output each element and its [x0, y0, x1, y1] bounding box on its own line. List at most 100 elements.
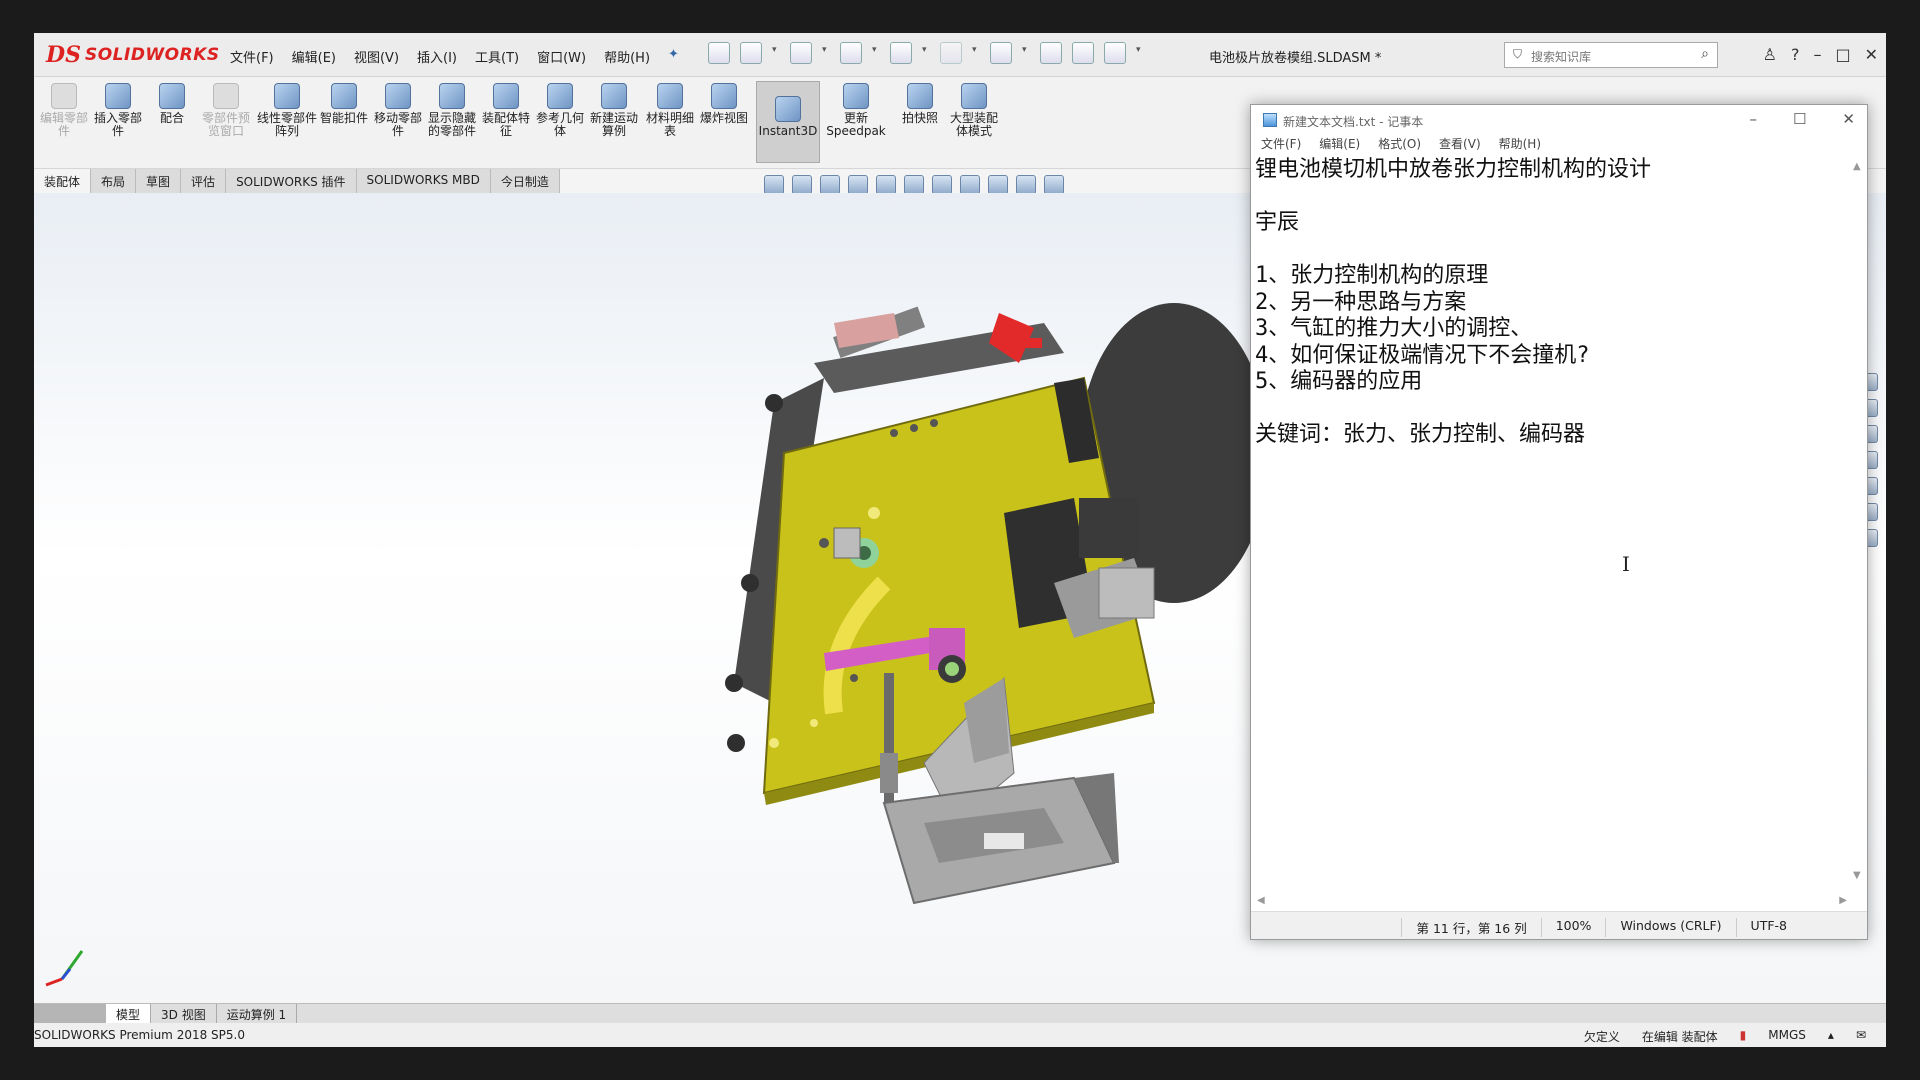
rebuild-status-icon[interactable]: ▮ — [1740, 1028, 1747, 1045]
tab-sketch[interactable]: 草图 — [136, 169, 182, 193]
edit-appearance-icon[interactable] — [988, 175, 1008, 195]
tab-motion-study[interactable]: 运动算例 1 — [217, 1004, 298, 1023]
notepad-menu-format[interactable]: 格式(O) — [1378, 135, 1421, 157]
comment-icon[interactable]: ✉ — [1856, 1028, 1866, 1045]
notepad-vertical-scrollbar[interactable]: ▲ ▼ — [1849, 157, 1867, 885]
mate-button[interactable]: 配合 — [146, 83, 198, 125]
exploded-view-button[interactable]: 爆炸视图 — [698, 83, 750, 125]
chevron-down-icon[interactable] — [922, 45, 930, 57]
insert-component-button[interactable]: 插入零部件 — [92, 83, 144, 138]
new-document-icon[interactable] — [740, 42, 762, 64]
menu-edit[interactable]: 编辑(E) — [292, 47, 336, 66]
unit-chevron-icon[interactable]: ▴ — [1828, 1028, 1834, 1045]
notepad-horizontal-scrollbar[interactable]: ◀ ▶ — [1251, 893, 1851, 909]
large-assembly-icon — [961, 83, 987, 109]
edit-component-button[interactable]: 编辑零部件 — [38, 83, 90, 138]
view-orientation-icon[interactable] — [904, 175, 924, 195]
tab-manufacturing[interactable]: 今日制造 — [490, 169, 560, 193]
solidworks-logo[interactable]: DS SOLIDWORKS — [46, 41, 220, 69]
hide-show-items-icon[interactable] — [960, 175, 980, 195]
menu-help[interactable]: 帮助(H) — [604, 47, 650, 66]
reference-geometry-button[interactable]: 参考几何体 — [534, 83, 586, 138]
apply-scene-icon[interactable] — [1016, 175, 1036, 195]
minimize-icon[interactable]: – — [1813, 45, 1821, 64]
update-speedpak-button[interactable]: 更新Speedpak — [826, 83, 886, 138]
scroll-down-icon[interactable]: ▼ — [1853, 870, 1861, 881]
undo-icon[interactable] — [940, 42, 962, 64]
tab-mbd[interactable]: SOLIDWORKS MBD — [356, 169, 491, 193]
menu-file[interactable]: 文件(F) — [230, 47, 274, 66]
previous-view-icon[interactable] — [820, 175, 840, 195]
quick-access-toolbar — [708, 42, 1144, 64]
file-properties-icon[interactable] — [1072, 42, 1094, 64]
large-assembly-mode-button[interactable]: 大型装配体模式 — [948, 83, 1000, 138]
solidworks-brand: SOLIDWORKS — [84, 45, 220, 65]
help-icon[interactable]: ? — [1791, 45, 1800, 64]
take-snapshot-button[interactable]: 拍快照 — [894, 83, 946, 125]
chevron-down-icon[interactable] — [1136, 45, 1144, 57]
search-icon[interactable]: ⌕ — [1701, 46, 1709, 62]
linear-pattern-icon — [274, 83, 300, 109]
notepad-menu-help[interactable]: 帮助(H) — [1499, 135, 1541, 157]
editing-status: 在编辑 装配体 — [1641, 1030, 1718, 1044]
pin-icon[interactable]: ✦ — [668, 47, 679, 66]
tab-3d-views[interactable]: 3D 视图 — [151, 1004, 217, 1023]
menu-window[interactable]: 窗口(W) — [537, 47, 586, 66]
options-gear-icon[interactable] — [1104, 42, 1126, 64]
show-hidden-components-button[interactable]: 显示隐藏的零部件 — [426, 83, 478, 138]
select-pointer-icon[interactable] — [990, 42, 1012, 64]
notepad-menu-view[interactable]: 查看(V) — [1439, 135, 1481, 157]
smart-fasteners-button[interactable]: 智能扣件 — [318, 83, 370, 125]
instant3d-button[interactable]: Instant3D — [756, 81, 820, 163]
notepad-titlebar[interactable]: 新建文本文档.txt - 记事本 – ☐ ✕ — [1251, 105, 1867, 135]
close-icon[interactable]: ✕ — [1865, 45, 1878, 64]
scroll-up-icon[interactable]: ▲ — [1853, 161, 1861, 172]
tab-layout[interactable]: 布局 — [91, 169, 137, 193]
notepad-text-area[interactable]: 锂电池模切机中放卷张力控制机构的设计​宇辰​1、张力控制机构的原理2、另一种思路… — [1255, 157, 1847, 897]
scroll-left-icon[interactable]: ◀ — [1257, 895, 1265, 906]
menu-view[interactable]: 视图(V) — [354, 47, 399, 66]
close-icon[interactable]: ✕ — [1842, 110, 1855, 128]
definition-status: 欠定义 — [1583, 1030, 1620, 1044]
chevron-down-icon[interactable] — [872, 45, 880, 57]
tab-model[interactable]: 模型 — [106, 1004, 152, 1023]
unit-system[interactable]: MMGS — [1768, 1028, 1806, 1045]
print-icon[interactable] — [890, 42, 912, 64]
display-style-icon[interactable] — [932, 175, 952, 195]
home-icon[interactable] — [708, 42, 730, 64]
chevron-down-icon[interactable] — [772, 45, 780, 57]
minimize-icon[interactable]: – — [1749, 110, 1757, 128]
component-preview-button[interactable]: 零部件预览窗口 — [200, 83, 252, 138]
notepad-menu-file[interactable]: 文件(F) — [1261, 135, 1301, 157]
zoom-to-area-icon[interactable] — [792, 175, 812, 195]
linear-pattern-button[interactable]: 线性零部件阵列 — [256, 83, 318, 138]
user-icon[interactable]: ♙ — [1763, 45, 1777, 64]
chevron-down-icon[interactable] — [1022, 45, 1030, 57]
tab-evaluate[interactable]: 评估 — [181, 169, 227, 193]
text-line: 关键词：张力、张力控制、编码器 — [1255, 422, 1586, 447]
rebuild-icon[interactable] — [1040, 42, 1062, 64]
scroll-right-icon[interactable]: ▶ — [1839, 895, 1847, 906]
assembly-model[interactable] — [714, 283, 1314, 923]
chevron-down-icon[interactable] — [822, 45, 830, 57]
tab-addins[interactable]: SOLIDWORKS 插件 — [226, 169, 357, 193]
open-folder-icon[interactable] — [790, 42, 812, 64]
knowledge-search-input[interactable]: ⛉ 搜索知识库 ⌕ — [1504, 42, 1718, 68]
tab-assembly[interactable]: 装配体 — [34, 169, 92, 193]
save-icon[interactable] — [840, 42, 862, 64]
chevron-down-icon[interactable] — [972, 45, 980, 57]
maximize-icon[interactable]: ☐ — [1793, 110, 1806, 128]
menu-insert[interactable]: 插入(I) — [417, 47, 457, 66]
section-view-icon[interactable] — [848, 175, 868, 195]
notepad-menu-edit[interactable]: 编辑(E) — [1319, 135, 1360, 157]
move-component-button[interactable]: 移动零部件 — [372, 83, 424, 138]
view-settings-icon[interactable] — [1044, 175, 1064, 195]
tab-navigation-arrows[interactable] — [34, 1004, 106, 1023]
zoom-to-fit-icon[interactable] — [764, 175, 784, 195]
menu-tools[interactable]: 工具(T) — [475, 47, 519, 66]
dynamic-annotation-icon[interactable] — [876, 175, 896, 195]
bill-of-materials-button[interactable]: 材料明细表 — [644, 83, 696, 138]
assembly-features-button[interactable]: 装配体特征 — [480, 83, 532, 138]
new-motion-study-button[interactable]: 新建运动算例 — [588, 83, 640, 138]
maximize-icon[interactable]: □ — [1835, 45, 1850, 64]
